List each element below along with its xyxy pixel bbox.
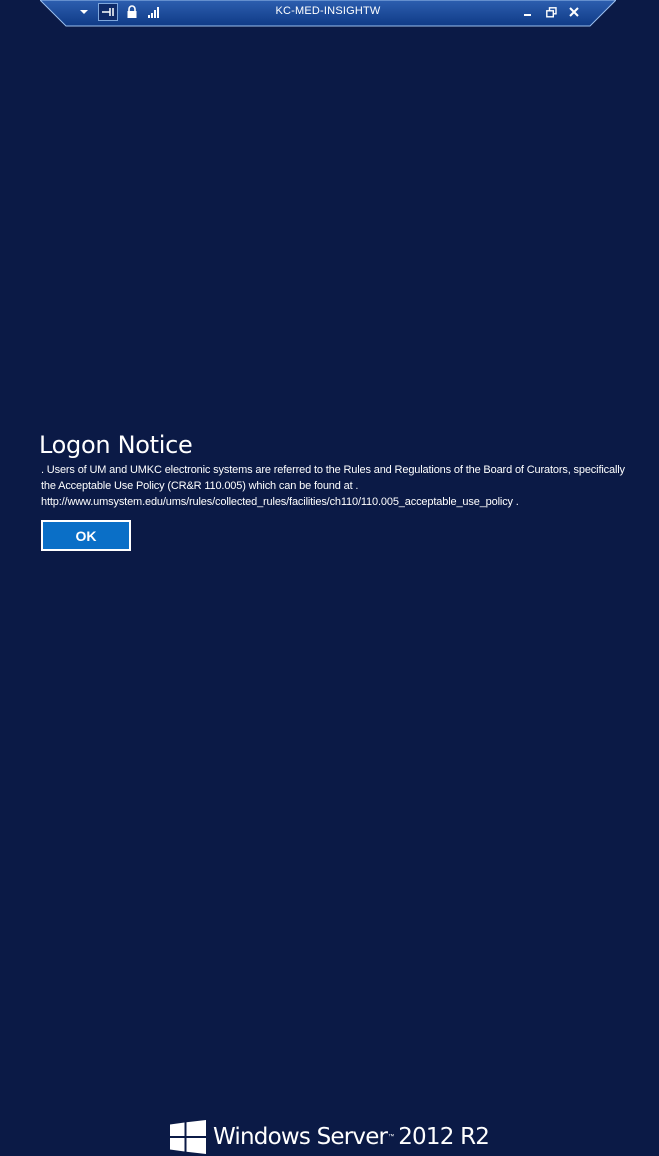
logon-notice: Logon Notice . Users of UM and UMKC elec… <box>39 428 639 510</box>
lock-icon[interactable] <box>124 4 140 20</box>
minimize-icon[interactable] <box>520 4 536 20</box>
notice-body: . Users of UM and UMKC electronic system… <box>41 464 625 508</box>
notice-title: Logon Notice <box>39 431 193 459</box>
connection-bar: KC-MED-INSIGHTW <box>40 0 616 27</box>
ok-button[interactable]: OK <box>41 520 131 551</box>
pin-icon[interactable] <box>98 3 118 21</box>
windows-server-branding: Windows Server ™ 2012 R2 <box>170 1119 490 1155</box>
product-version: 2012 R2 <box>398 1124 490 1150</box>
windows-logo-icon <box>170 1120 206 1154</box>
chevron-down-icon[interactable] <box>76 4 92 20</box>
restore-icon[interactable] <box>543 4 559 20</box>
product-name: Windows Server <box>213 1124 388 1150</box>
close-icon[interactable] <box>566 4 582 20</box>
connection-title: KC-MED-INSIGHTW <box>275 5 381 17</box>
signal-strength-icon[interactable] <box>146 4 162 20</box>
